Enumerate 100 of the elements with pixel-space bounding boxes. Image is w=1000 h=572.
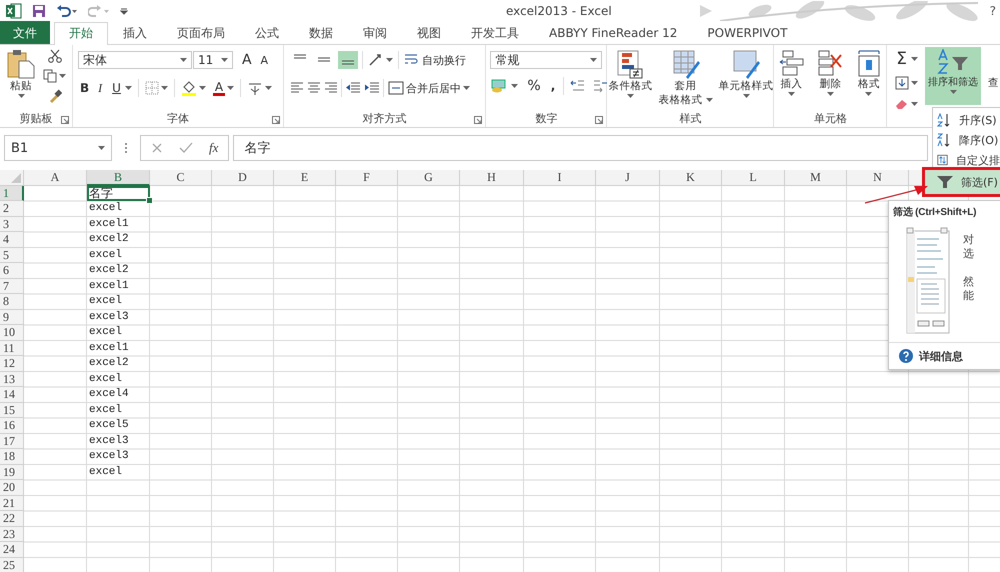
table-cell[interactable]: excel1 bbox=[87, 340, 150, 356]
table-cell[interactable]: excel3 bbox=[87, 434, 150, 449]
font-size-field[interactable]: 11 bbox=[192, 51, 233, 69]
cells-button[interactable]: 删除 bbox=[816, 49, 844, 97]
table-cell[interactable]: excel1 bbox=[87, 216, 150, 232]
dialog-launcher-icon[interactable] bbox=[474, 116, 482, 124]
table-cell[interactable]: excel3 bbox=[87, 310, 150, 325]
align-left-icon[interactable] bbox=[290, 82, 304, 94]
ribbon-tab[interactable]: 开发工具 bbox=[456, 22, 534, 44]
scissors-icon[interactable] bbox=[48, 49, 62, 63]
increase-indent-icon[interactable] bbox=[364, 82, 380, 94]
help-button[interactable]: ? bbox=[990, 4, 996, 18]
bottom-align-icon[interactable] bbox=[338, 51, 358, 69]
file-tab[interactable]: 文件 bbox=[0, 21, 50, 44]
undo-icon[interactable] bbox=[56, 5, 78, 17]
cell-styles-icon[interactable] bbox=[732, 49, 760, 79]
dialog-launcher-icon[interactable] bbox=[595, 116, 604, 124]
percent-button[interactable]: % bbox=[525, 78, 543, 94]
ribbon-tab[interactable]: 数据 bbox=[294, 22, 348, 44]
conditional-format-icon[interactable] bbox=[616, 49, 644, 79]
decrease-indent-icon[interactable] bbox=[345, 82, 362, 94]
row-header[interactable]: 7 bbox=[0, 278, 24, 294]
menu-item[interactable]: 筛选(F) bbox=[925, 170, 1000, 194]
row-header[interactable]: 25 bbox=[0, 558, 24, 572]
fill-down-icon[interactable] bbox=[894, 76, 909, 90]
column-header[interactable]: A bbox=[24, 170, 87, 186]
column-header[interactable]: J bbox=[596, 170, 660, 186]
table-cell[interactable]: excel4 bbox=[87, 387, 150, 402]
copy-icon[interactable] bbox=[43, 69, 57, 83]
wrap-text-button[interactable]: 自动换行 bbox=[403, 52, 468, 68]
bold-button[interactable]: B bbox=[78, 81, 92, 95]
format-cells-icon[interactable] bbox=[856, 49, 882, 77]
row-header[interactable]: 4 bbox=[0, 232, 24, 248]
delete-cells-icon[interactable] bbox=[817, 49, 844, 77]
column-header[interactable]: D bbox=[212, 170, 274, 186]
row-header[interactable]: 12 bbox=[0, 356, 24, 372]
decrease-font-button[interactable]: A bbox=[258, 54, 270, 66]
decrease-decimal-icon[interactable] bbox=[592, 79, 608, 93]
row-header[interactable]: 15 bbox=[0, 402, 24, 418]
row-header[interactable]: 10 bbox=[0, 325, 24, 340]
column-header[interactable]: I bbox=[524, 170, 596, 186]
row-header[interactable]: 1 bbox=[0, 186, 24, 201]
menu-item[interactable]: 自定义排 bbox=[933, 150, 1000, 170]
row-header[interactable]: 11 bbox=[0, 340, 24, 356]
table-cell[interactable]: excel bbox=[87, 464, 150, 480]
column-header[interactable]: B bbox=[87, 170, 150, 186]
fill-color-icon[interactable] bbox=[180, 80, 197, 96]
number-format-field[interactable]: 常规 bbox=[490, 51, 602, 69]
column-header[interactable]: F bbox=[336, 170, 398, 186]
row-header[interactable]: 23 bbox=[0, 526, 24, 542]
column-header[interactable]: H bbox=[460, 170, 524, 186]
font-name-field[interactable]: 宋体 bbox=[78, 51, 192, 69]
column-header[interactable]: C bbox=[150, 170, 212, 186]
row-header[interactable]: 13 bbox=[0, 372, 24, 387]
autosum-button[interactable]: Σ bbox=[894, 50, 909, 68]
increase-decimal-icon[interactable] bbox=[570, 79, 586, 93]
styles-button[interactable]: 套用 表格格式 bbox=[657, 49, 714, 107]
name-box[interactable]: B1 bbox=[4, 135, 112, 161]
table-cell[interactable]: excel2 bbox=[87, 356, 150, 372]
underline-button[interactable]: U bbox=[110, 81, 123, 95]
align-center-icon[interactable] bbox=[307, 82, 322, 94]
sort-filter-button[interactable]: 排序和筛选 bbox=[925, 47, 981, 105]
more-info-link[interactable]: 详细信息 bbox=[889, 342, 1000, 369]
row-header[interactable]: 19 bbox=[0, 464, 24, 480]
ribbon-tab[interactable]: 开始 bbox=[54, 22, 108, 45]
insert-function-button[interactable]: fx bbox=[209, 140, 218, 156]
dialog-launcher-icon[interactable] bbox=[272, 116, 280, 124]
table-cell[interactable]: 名字 bbox=[87, 186, 150, 201]
ribbon-tab[interactable]: 页面布局 bbox=[162, 22, 240, 44]
column-header[interactable]: M bbox=[785, 170, 847, 186]
cells-button[interactable]: 插入 bbox=[778, 49, 806, 97]
table-cell[interactable]: excel5 bbox=[87, 418, 150, 434]
ribbon-tab[interactable]: 插入 bbox=[108, 22, 162, 44]
formula-field[interactable]: 名字 bbox=[233, 135, 928, 161]
table-cell[interactable]: excel1 bbox=[87, 278, 150, 294]
row-header[interactable]: 6 bbox=[0, 263, 24, 278]
table-format-icon[interactable] bbox=[672, 49, 700, 79]
table-cell[interactable]: excel bbox=[87, 248, 150, 263]
cells-button[interactable]: 格式 bbox=[854, 49, 883, 97]
find-button[interactable]: 查 bbox=[987, 47, 1000, 90]
ribbon-tab[interactable]: 视图 bbox=[402, 22, 456, 44]
format-painter-icon[interactable] bbox=[48, 89, 62, 103]
paste-button[interactable]: 粘贴 bbox=[6, 49, 36, 99]
column-header[interactable]: N bbox=[847, 170, 909, 186]
row-header[interactable]: 3 bbox=[0, 216, 24, 232]
table-cell[interactable]: excel bbox=[87, 402, 150, 418]
row-header[interactable]: 20 bbox=[0, 480, 24, 496]
table-cell[interactable]: excel3 bbox=[87, 449, 150, 464]
italic-button[interactable]: I bbox=[96, 80, 104, 96]
merge-center-button[interactable]: 合并后居中 bbox=[387, 80, 472, 96]
table-cell[interactable]: excel bbox=[87, 294, 150, 310]
menu-item[interactable]: 升序(S) bbox=[933, 110, 1000, 130]
row-header[interactable]: 8 bbox=[0, 294, 24, 310]
table-cell[interactable]: excel bbox=[87, 325, 150, 340]
column-header[interactable]: G bbox=[398, 170, 460, 186]
row-header[interactable]: 5 bbox=[0, 248, 24, 263]
row-header[interactable]: 9 bbox=[0, 310, 24, 325]
customize-icon[interactable] bbox=[120, 7, 128, 15]
row-header[interactable]: 22 bbox=[0, 511, 24, 526]
eraser-icon[interactable] bbox=[894, 98, 909, 110]
